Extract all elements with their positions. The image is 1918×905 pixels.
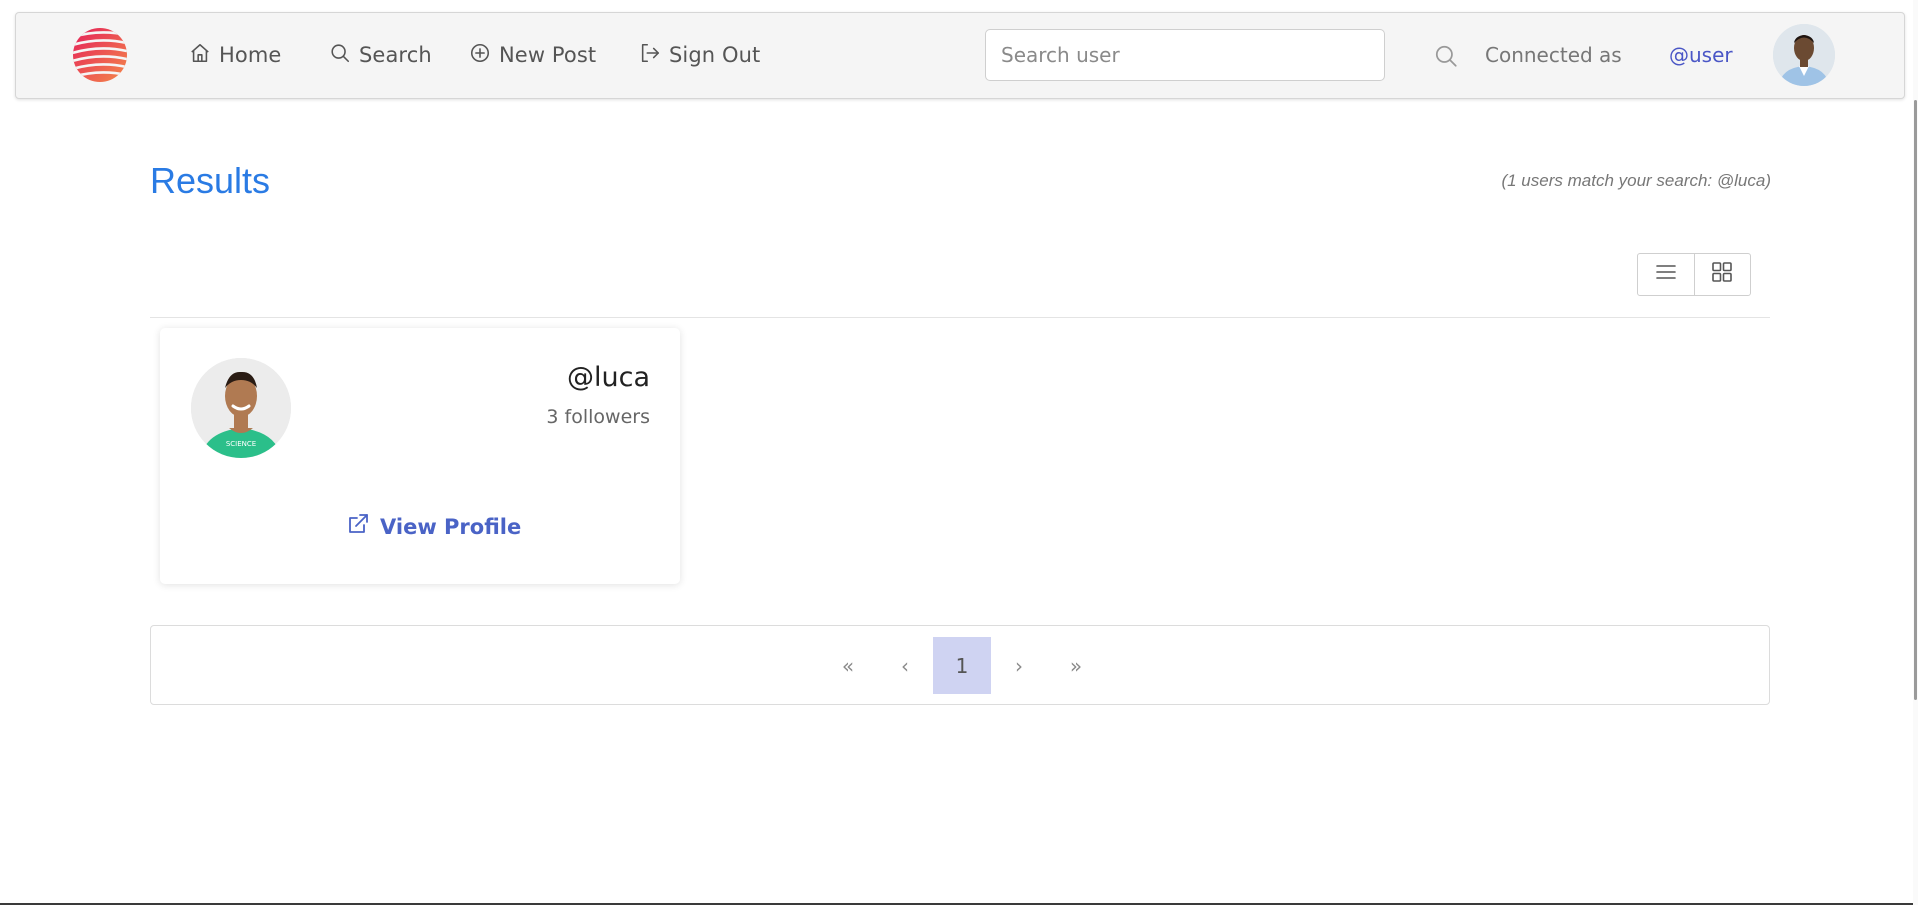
search-icon	[329, 42, 351, 69]
page-title: Results	[150, 160, 271, 201]
results-count-text: (1 users match your search: @luca)	[1501, 171, 1771, 190]
nav-sign-out-label: Sign Out	[669, 43, 761, 67]
connected-as-label: Connected as	[1485, 43, 1622, 67]
user-handle[interactable]: @luca	[567, 362, 650, 393]
user-followers-count: 3 followers	[546, 406, 650, 428]
view-profile-label: View Profile	[380, 514, 522, 539]
results-divider	[150, 317, 1770, 318]
search-submit-button[interactable]	[1433, 43, 1459, 69]
last-page-button[interactable]: »	[1047, 637, 1105, 694]
grid-view-icon	[1710, 260, 1734, 289]
nav-new-post-link[interactable]: New Post	[469, 39, 596, 71]
nav-search-link[interactable]: Search	[329, 39, 432, 71]
view-profile-button[interactable]: View Profile	[346, 512, 521, 541]
current-user-link[interactable]: @user	[1669, 43, 1733, 67]
view-mode-toggle	[1637, 253, 1751, 296]
search-user-input[interactable]	[985, 29, 1385, 81]
plus-circle-icon	[469, 42, 491, 69]
list-view-icon	[1654, 260, 1678, 289]
user-avatar: SCIENCE	[191, 358, 291, 458]
user-card: SCIENCE @luca 3 followers View Profile	[160, 328, 680, 584]
previous-page-button[interactable]: ‹	[876, 637, 934, 694]
nav-home-label: Home	[219, 43, 282, 67]
svg-text:SCIENCE: SCIENCE	[226, 440, 256, 448]
search-icon	[1433, 45, 1459, 73]
list-view-button[interactable]	[1638, 254, 1694, 295]
nav-new-post-label: New Post	[499, 43, 597, 67]
next-page-button[interactable]: ›	[990, 637, 1048, 694]
pagination: « ‹ 1 › »	[150, 625, 1770, 705]
home-icon	[189, 42, 211, 69]
first-page-button[interactable]: «	[819, 637, 877, 694]
top-navbar: Home Search New Post Sign Out Search use…	[15, 12, 1905, 99]
scrollbar-thumb[interactable]	[1914, 100, 1917, 700]
nav-sign-out-link[interactable]: Sign Out	[639, 39, 760, 71]
current-page-button[interactable]: 1	[933, 637, 991, 694]
nav-search-label: Search	[359, 43, 432, 67]
app-logo[interactable]	[71, 26, 129, 84]
nav-home-link[interactable]: Home	[189, 39, 281, 71]
current-user-avatar[interactable]	[1773, 24, 1835, 86]
sign-out-icon	[639, 42, 661, 69]
external-link-icon	[346, 512, 370, 541]
grid-view-button[interactable]	[1693, 254, 1750, 295]
